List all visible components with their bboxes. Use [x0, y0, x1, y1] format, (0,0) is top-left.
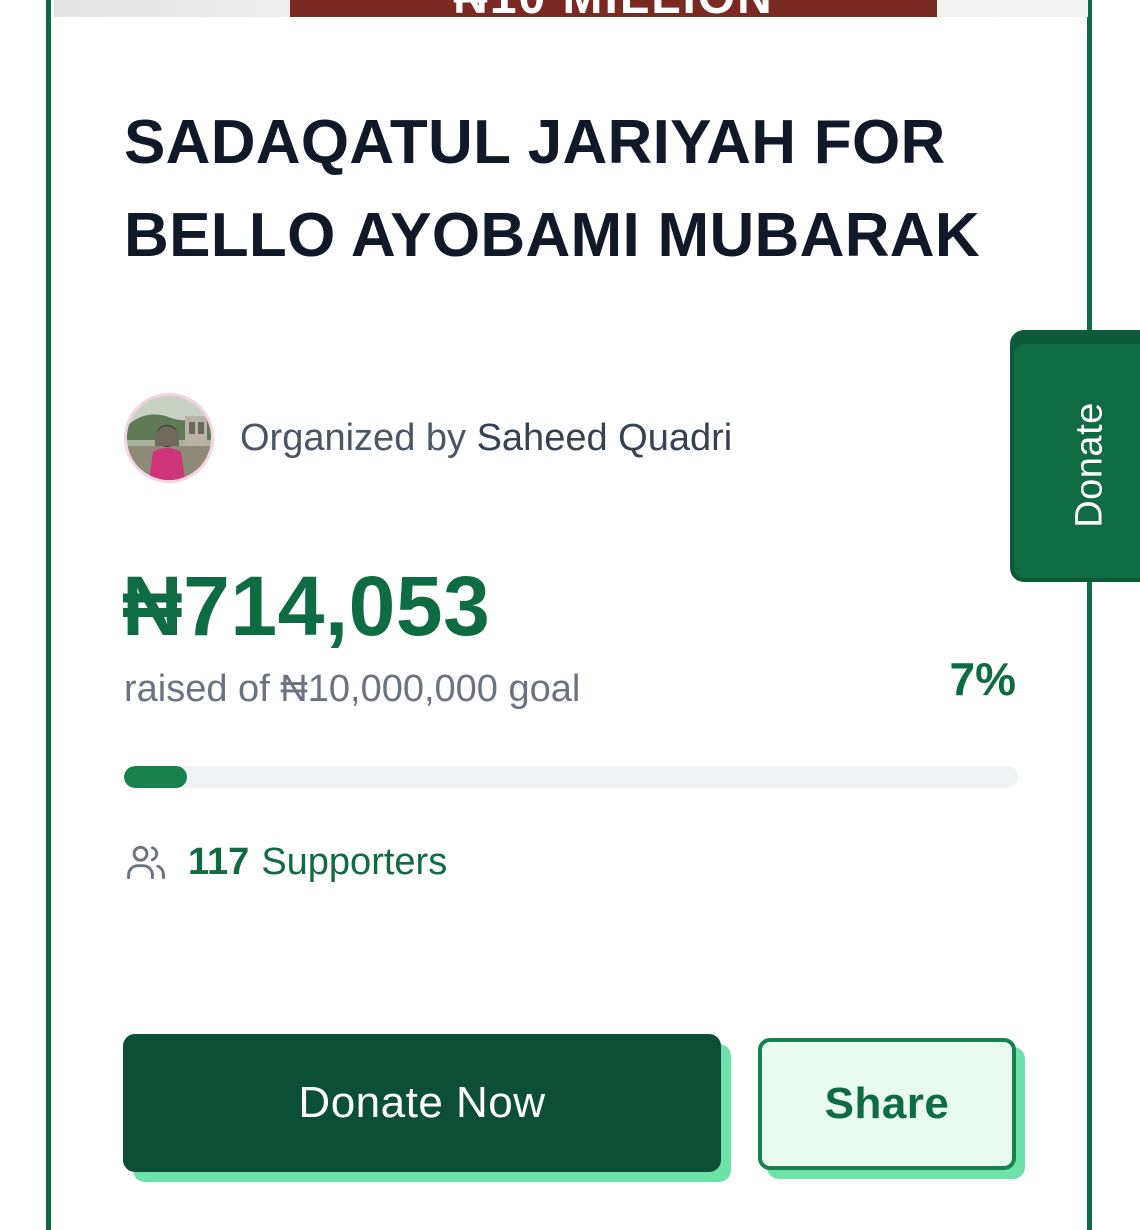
- percent-funded: 7%: [949, 653, 1016, 705]
- progress-fill: [124, 766, 187, 788]
- campaign-banner-image: ₦10 MILLION: [54, 0, 1088, 17]
- organizer-name[interactable]: Saheed Quadri: [477, 417, 733, 459]
- donate-now-button[interactable]: Donate Now: [123, 1034, 721, 1172]
- organizer-row: Organized by Saheed Quadri: [124, 392, 732, 484]
- side-donate-tab[interactable]: Donate: [1010, 340, 1140, 582]
- avatar-image: [127, 396, 211, 480]
- campaign-title: SADAQATUL JARIYAH FOR BELLO AYOBAMI MUBA…: [124, 108, 980, 270]
- side-donate-label: Donate: [1068, 402, 1111, 528]
- organizer-avatar[interactable]: [124, 393, 214, 483]
- users-icon: [127, 845, 165, 880]
- organizer-text: Organized by Saheed Quadri: [240, 417, 732, 460]
- organizer-prefix: Organized by: [240, 416, 467, 459]
- amount-raised: ₦714,053: [122, 559, 491, 653]
- progress-bar: [124, 766, 1018, 788]
- supporters-count: 117: [188, 840, 250, 883]
- share-button[interactable]: Share: [758, 1038, 1016, 1170]
- banner-red-panel: ₦10 MILLION: [290, 0, 937, 17]
- supporters-row: 117 Supporters: [124, 840, 447, 884]
- supporters-label: Supporters: [261, 840, 448, 883]
- goal-text: raised of ₦10,000,000 goal: [124, 668, 581, 710]
- banner-text: ₦10 MILLION: [290, 0, 937, 17]
